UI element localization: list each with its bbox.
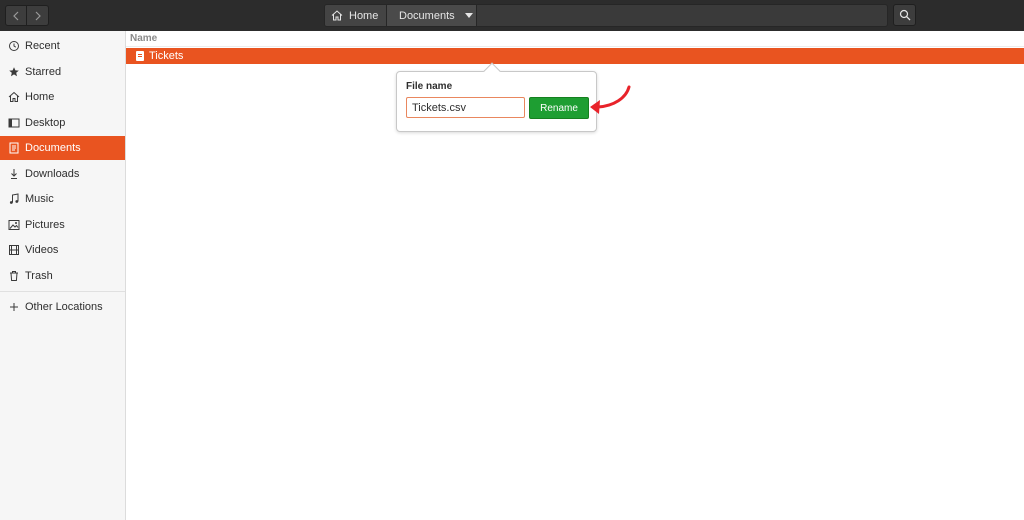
sidebar-item-other-locations[interactable]: Other Locations xyxy=(0,295,125,319)
forward-button[interactable] xyxy=(27,5,49,26)
sidebar-item-music[interactable]: Music xyxy=(0,187,125,211)
plus-icon xyxy=(8,301,20,313)
download-icon xyxy=(8,168,20,180)
breadcrumb-home[interactable]: Home xyxy=(325,5,387,26)
sidebar-item-starred[interactable]: Starred xyxy=(0,60,125,84)
star-icon xyxy=(8,66,20,78)
header-bar: Home Documents xyxy=(0,0,1024,31)
sidebar-item-label: Documents xyxy=(25,142,81,154)
annotation-arrow-icon xyxy=(590,85,631,114)
chevron-right-icon xyxy=(35,11,41,20)
desktop-icon xyxy=(8,117,20,129)
rename-popover: File name Rename xyxy=(396,62,597,132)
document-icon xyxy=(8,142,20,154)
search-icon xyxy=(899,9,910,21)
caret-down-icon xyxy=(464,13,473,18)
path-bar: Home Documents xyxy=(324,4,888,27)
file-name: Tickets xyxy=(149,50,184,62)
sidebar-separator xyxy=(0,291,125,292)
picture-icon xyxy=(8,219,20,231)
home-icon xyxy=(331,10,343,21)
breadcrumb-documents[interactable]: Documents xyxy=(387,5,477,26)
file-name-input[interactable] xyxy=(406,97,525,118)
breadcrumb-documents-label: Documents xyxy=(399,9,455,22)
file-icon xyxy=(136,51,144,61)
sidebar-item-label: Home xyxy=(25,91,55,103)
music-icon xyxy=(8,193,20,205)
clock-icon xyxy=(8,40,20,52)
back-button[interactable] xyxy=(5,5,27,26)
sidebar-item-label: Starred xyxy=(25,66,62,78)
video-icon xyxy=(8,244,20,256)
sidebar-item-label: Other Locations xyxy=(25,301,103,313)
sidebar-item-label: Pictures xyxy=(25,219,65,231)
breadcrumb-home-label: Home xyxy=(349,9,379,22)
chevron-left-icon xyxy=(13,11,19,20)
sidebar: Recent Starred Home Desktop Documents Do… xyxy=(0,31,126,520)
sidebar-item-label: Desktop xyxy=(25,117,66,129)
sidebar-item-label: Recent xyxy=(25,40,60,52)
home-icon xyxy=(8,91,20,103)
sidebar-item-label: Videos xyxy=(25,244,59,256)
column-header-label: Name xyxy=(130,33,158,44)
sidebar-item-desktop[interactable]: Desktop xyxy=(0,111,125,135)
sidebar-item-videos[interactable]: Videos xyxy=(0,238,125,262)
sidebar-item-pictures[interactable]: Pictures xyxy=(0,213,125,237)
file-name-label: File name xyxy=(406,81,453,92)
sidebar-item-label: Music xyxy=(25,193,54,205)
sidebar-item-documents[interactable]: Documents xyxy=(0,136,125,160)
sidebar-item-home[interactable]: Home xyxy=(0,85,125,109)
sidebar-item-trash[interactable]: Trash xyxy=(0,264,125,288)
column-header-name[interactable]: Name xyxy=(126,31,1024,47)
sidebar-item-label: Trash xyxy=(25,270,53,282)
file-row-selected[interactable]: Tickets xyxy=(126,48,1024,64)
search-button[interactable] xyxy=(893,4,916,26)
sidebar-item-recent[interactable]: Recent xyxy=(0,34,125,58)
sidebar-item-downloads[interactable]: Downloads xyxy=(0,162,125,186)
sidebar-item-label: Downloads xyxy=(25,168,80,180)
trash-icon xyxy=(8,270,20,282)
rename-button[interactable]: Rename xyxy=(529,97,589,119)
